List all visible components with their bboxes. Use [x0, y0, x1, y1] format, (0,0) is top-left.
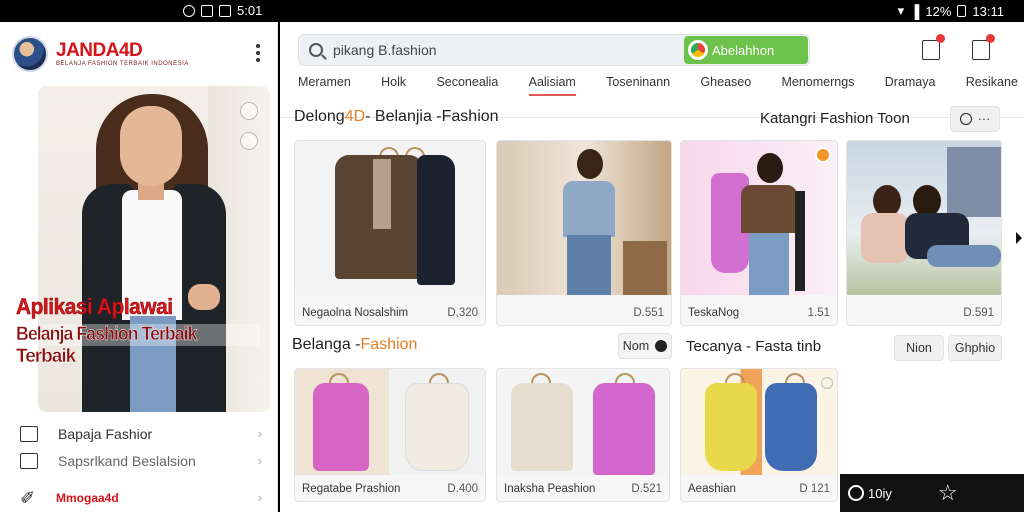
tab-resikane[interactable]: Resikane	[966, 72, 1018, 96]
tab-menomerngs[interactable]: Menomerngs	[781, 72, 854, 96]
product-price: 1.51	[807, 307, 830, 319]
more-options-button[interactable]: ···	[950, 106, 1000, 132]
brand-name: JANDA4D	[56, 40, 143, 61]
sidebar: JANDA4D BELANJA FASHION TERBAIK INDONESI…	[0, 22, 278, 512]
status-time-right: 13:11	[972, 3, 1004, 19]
product-name: Regatabe Prashion	[302, 483, 401, 495]
pen-icon: ✐	[20, 487, 36, 508]
product-price: D.591	[963, 307, 994, 319]
chevron-right-icon: ›	[257, 426, 262, 441]
favorite-icon[interactable]	[240, 102, 258, 120]
chevron-right-icon: ›	[257, 490, 262, 505]
sidebar-item-label: Bapaja Fashior	[58, 425, 153, 442]
shield-icon	[183, 4, 195, 17]
product-name: Aeashian	[688, 483, 736, 495]
product-price: D.521	[631, 483, 662, 495]
camera-icon	[20, 452, 38, 469]
product-price: D,320	[447, 307, 478, 319]
share-icon[interactable]	[240, 132, 258, 150]
brand-link: Mmogaa4d	[56, 490, 119, 505]
status-time-left: 5:01	[237, 3, 263, 18]
image-icon	[201, 4, 213, 17]
tab-holk[interactable]: Holk	[381, 72, 406, 96]
tab-toseninann[interactable]: Toseninann	[606, 72, 670, 96]
browser-icon	[688, 40, 708, 60]
product-card[interactable]: TeskaNog 1.51	[680, 140, 838, 326]
sidebar-item-collection[interactable]: Sapsrlkand Beslalsion ›	[20, 447, 266, 474]
filter-pill[interactable]: Nion	[894, 335, 944, 361]
tab-gheaseo[interactable]: Gheaseo	[700, 72, 751, 96]
battery-level: 12%	[925, 3, 952, 19]
product-name: TeskaNog	[688, 307, 740, 319]
promo-subline: Belanja Fashion Terbaik	[16, 324, 260, 346]
product-card[interactable]: Negaolna Nosalshim D,320	[294, 140, 486, 326]
status-bar: 5:01 ▾ ▐ 12% 13:11	[0, 0, 1024, 22]
product-name: Negaolna Nosalshim	[302, 307, 409, 319]
wifi-icon: ▾	[897, 3, 905, 18]
notification-badge	[936, 34, 945, 43]
product-price: D.400	[447, 483, 478, 495]
more-button[interactable]: Nom	[618, 333, 672, 359]
circle-icon	[848, 485, 864, 501]
brand-tagline: BELANJA FASHION TERBAIK INDONESIA	[56, 61, 189, 67]
sidebar-item-brand[interactable]: ✐ Mmogaa4d ›	[20, 484, 266, 511]
category-tabs: Meramen Holk Seconealia Aalisiam Tosenin…	[298, 72, 1018, 96]
chevron-right-icon: ›	[257, 453, 262, 468]
promo-banner[interactable]: Aplikasi Aplawai Belanja Fashion Terbaik…	[16, 294, 278, 368]
category-title: Tecanya - Fasta tinb	[686, 338, 822, 355]
filter-pill[interactable]: Ghphio	[948, 335, 1002, 361]
product-card[interactable]: Inaksha Peashion D.521	[496, 368, 670, 502]
header: pikang B.fashion Abelahhon Meramen Holk …	[280, 22, 1024, 118]
tab-dramaya[interactable]: Dramaya	[885, 72, 936, 96]
wardrobe-icon	[20, 425, 38, 442]
product-price: D 121	[799, 483, 830, 495]
product-card[interactable]: D.591	[846, 140, 1002, 326]
kebab-menu-icon[interactable]	[248, 40, 268, 66]
sidebar-item-fashion[interactable]: Bapaja Fashior ›	[20, 420, 266, 447]
sidebar-menu: Bapaja Fashior › Sapsrlkand Beslalsion ›…	[20, 420, 266, 511]
promo-headline: Aplikasi Aplawai	[16, 294, 174, 320]
brand-logo[interactable]: JANDA4D BELANJA FASHION TERBAIK INDONESI…	[12, 36, 189, 72]
bottom-bar-item[interactable]: 10iy	[848, 485, 892, 501]
search-icon	[309, 43, 323, 57]
category-title: Katangri Fashion Toon	[760, 110, 910, 127]
section-title: Delong 4D - Belanjia -Fashion	[294, 108, 499, 125]
notification-icon[interactable]	[922, 34, 945, 60]
product-name: Inaksha Peashion	[504, 483, 596, 495]
search-input[interactable]: pikang B.fashion	[333, 42, 437, 58]
tab-meramen[interactable]: Meramen	[298, 72, 351, 96]
main-content: pikang B.fashion Abelahhon Meramen Holk …	[280, 22, 1024, 512]
sim-icon	[219, 4, 231, 17]
cart-icon[interactable]	[972, 34, 995, 60]
arrow-icon	[655, 340, 668, 352]
product-card[interactable]: Regatabe Prashion D.400	[294, 368, 486, 502]
tab-seconealia[interactable]: Seconealia	[436, 72, 498, 96]
battery-icon	[957, 5, 967, 17]
next-arrow-icon[interactable]	[1016, 232, 1022, 244]
section-title: Belanga - Fashion	[292, 336, 418, 353]
cart-badge	[986, 34, 995, 43]
bottom-bar: 10iy ☆	[840, 474, 1024, 512]
badge-icon	[815, 147, 831, 163]
product-price: D.551	[633, 307, 664, 319]
star-icon[interactable]: ☆	[938, 480, 958, 506]
product-card[interactable]: D.551	[496, 140, 672, 326]
avatar	[12, 36, 48, 72]
tab-aalisiam[interactable]: Aalisiam	[528, 72, 577, 96]
search-button-label: Abelahhon	[712, 42, 775, 58]
search-button[interactable]: Abelahhon	[684, 36, 808, 64]
promo-subline-2: Terbaik	[16, 346, 77, 367]
product-card[interactable]: Aeashian D 121	[680, 368, 838, 502]
sidebar-item-label: Sapsrlkand Beslalsion	[58, 452, 196, 469]
circle-icon	[959, 113, 972, 125]
signal-icon: ▐	[910, 3, 920, 19]
